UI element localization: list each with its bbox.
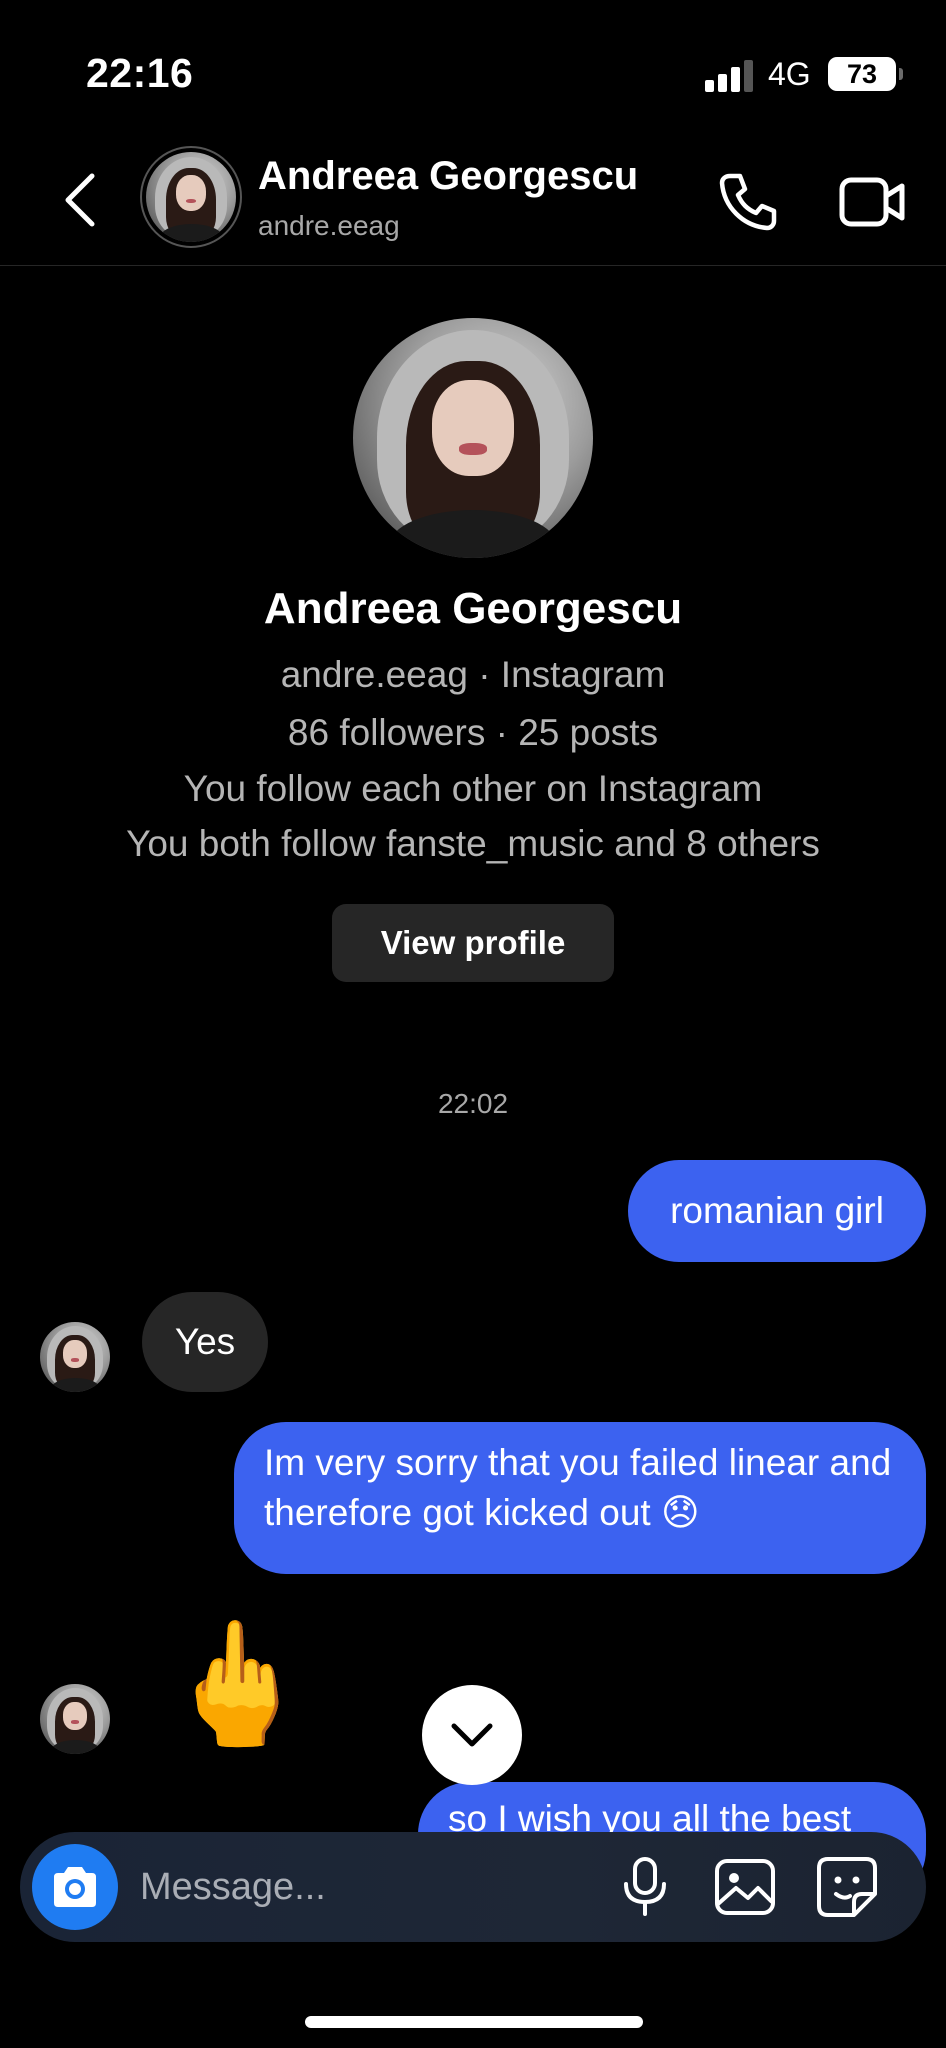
sticker-icon[interactable] bbox=[816, 1856, 878, 1918]
message-text: Im very sorry that you failed linear and… bbox=[264, 1442, 892, 1533]
microphone-icon[interactable] bbox=[620, 1856, 670, 1918]
network-type: 4G bbox=[768, 56, 811, 92]
view-profile-button[interactable]: View profile bbox=[332, 904, 614, 982]
message-emoji-incoming[interactable]: 🖕 bbox=[162, 1614, 311, 1754]
camera-icon bbox=[54, 1867, 96, 1907]
battery-icon: 73 bbox=[828, 57, 903, 91]
profile-name: Andreea Georgescu bbox=[263, 584, 683, 633]
phone-icon[interactable] bbox=[716, 170, 780, 234]
scroll-to-bottom-button[interactable] bbox=[422, 1685, 522, 1785]
message-text: romanian girl bbox=[670, 1190, 884, 1231]
profile-subtitle: andre.eeag · Instagram bbox=[280, 654, 666, 695]
profile-stats: 86 followers · 25 posts bbox=[287, 712, 659, 753]
home-indicator bbox=[305, 2016, 643, 2028]
message-bubble-outgoing[interactable]: Im very sorry that you failed linear and… bbox=[234, 1422, 926, 1574]
signal-strength-icon bbox=[705, 60, 755, 92]
message-text: Yes bbox=[174, 1321, 236, 1362]
gallery-icon[interactable] bbox=[714, 1858, 776, 1916]
battery-percent: 73 bbox=[846, 58, 878, 89]
profile-mutual-status: You follow each other on Instagram bbox=[183, 768, 763, 809]
back-chevron-icon[interactable] bbox=[56, 168, 104, 232]
profile-avatar[interactable] bbox=[353, 318, 593, 558]
header-username[interactable]: andre.eeag bbox=[258, 210, 400, 242]
message-composer bbox=[20, 1832, 926, 1942]
message-timestamp: 22:02 bbox=[437, 1088, 509, 1119]
chevron-down-icon bbox=[451, 1723, 493, 1747]
sender-avatar[interactable] bbox=[40, 1322, 110, 1392]
header-avatar[interactable] bbox=[140, 146, 242, 248]
status-time: 22:16 bbox=[86, 50, 194, 96]
chat-header: Andreea Georgescu andre.eeag bbox=[0, 140, 946, 266]
message-bubble-outgoing[interactable]: romanian girl bbox=[628, 1160, 926, 1262]
message-input[interactable] bbox=[140, 1852, 600, 1922]
sender-avatar[interactable] bbox=[40, 1684, 110, 1754]
header-contact-name[interactable]: Andreea Georgescu bbox=[258, 154, 638, 199]
camera-button[interactable] bbox=[32, 1844, 118, 1930]
profile-mutual-follows: You both follow fanste_music and 8 other… bbox=[126, 823, 820, 864]
video-camera-icon[interactable] bbox=[838, 172, 906, 232]
message-bubble-incoming[interactable]: Yes bbox=[142, 1292, 268, 1392]
